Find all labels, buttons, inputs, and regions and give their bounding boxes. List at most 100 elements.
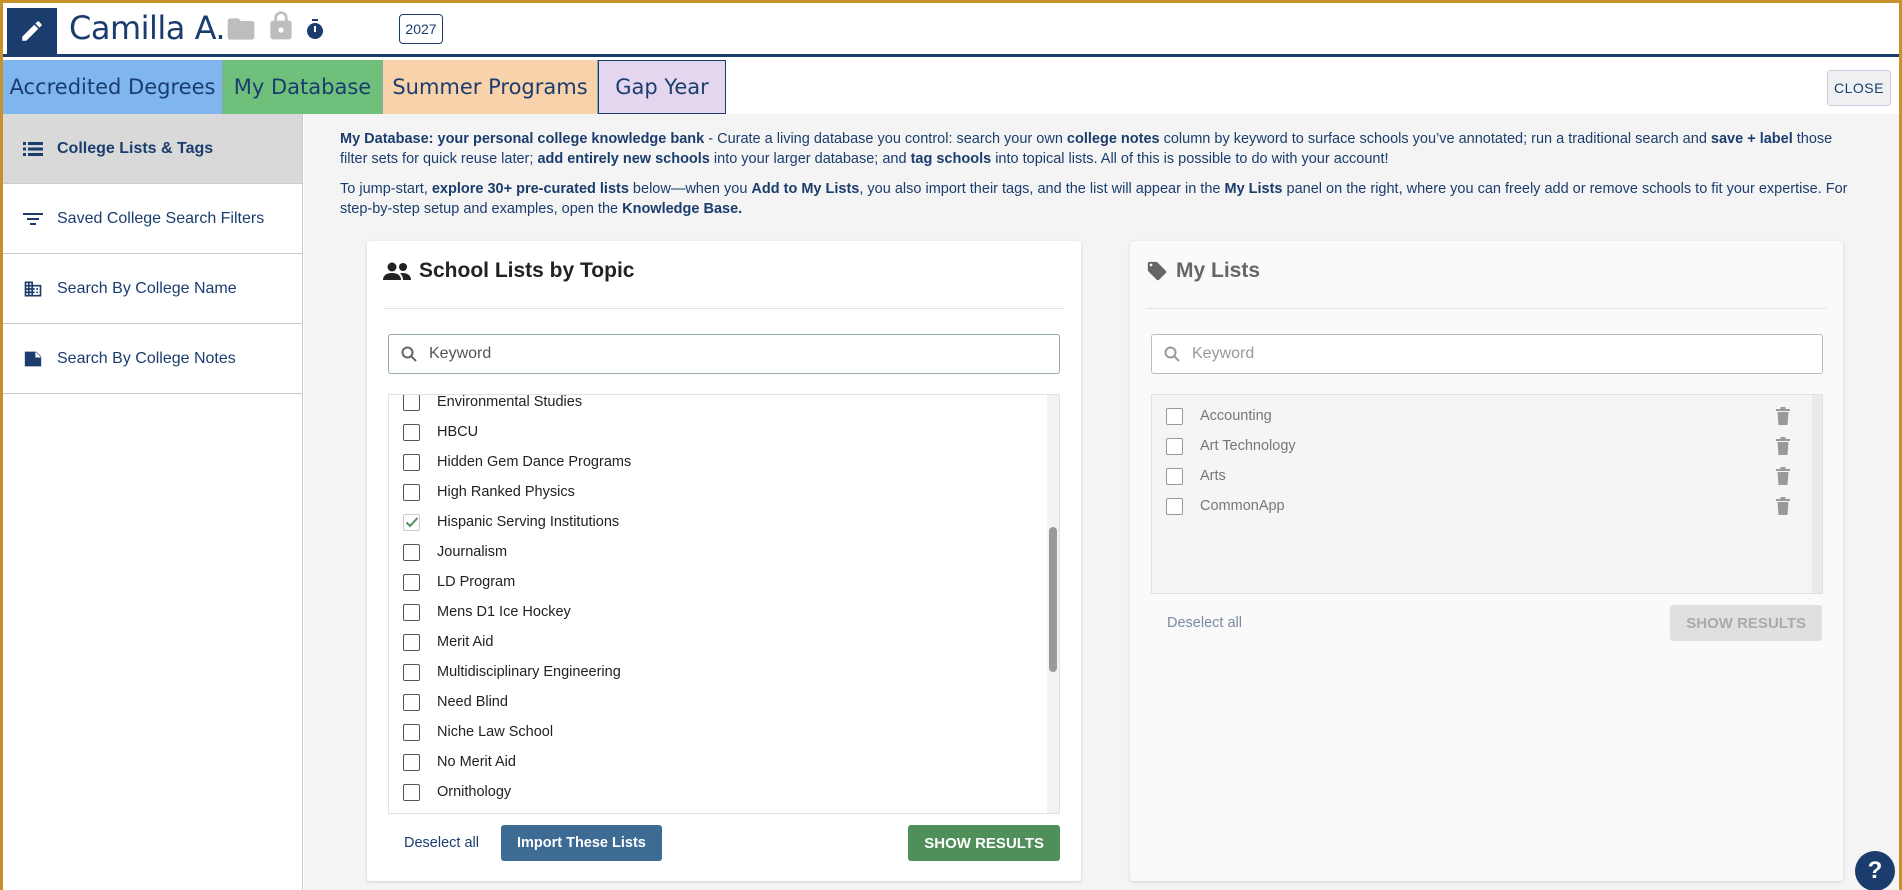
show-results-button[interactable]: SHOW RESULTS <box>1670 605 1822 641</box>
list-item[interactable]: Merit Aid <box>389 627 1049 657</box>
checkbox[interactable] <box>403 513 420 531</box>
intro-bold-text: add entirely new schools <box>537 151 710 167</box>
people-icon <box>383 261 411 281</box>
list-item[interactable]: Niche Law School <box>389 717 1049 747</box>
topic-search-input[interactable] <box>429 345 1029 363</box>
checkbox[interactable] <box>403 423 420 441</box>
tab-bar: Accredited Degrees My Database Summer Pr… <box>3 60 1899 114</box>
tab-gap-year[interactable]: Gap Year <box>598 60 726 114</box>
list-item[interactable]: Hispanic Serving Institutions <box>389 507 1049 537</box>
list-item[interactable]: High Ranked Physics <box>389 477 1049 507</box>
intro-bold-text: tag schools <box>910 151 992 167</box>
close-button[interactable]: CLOSE <box>1827 70 1891 106</box>
class-year-badge[interactable]: 2027 <box>399 14 443 44</box>
list-item[interactable]: HBCU <box>389 417 1049 447</box>
trash-icon[interactable] <box>1776 497 1790 515</box>
import-lists-button[interactable]: Import These Lists <box>500 825 662 861</box>
deselect-all-link[interactable]: Deselect all <box>1167 615 1242 631</box>
edit-button[interactable] <box>7 8 57 54</box>
checkbox[interactable] <box>403 603 420 621</box>
intro-text-span: To jump-start, <box>340 181 432 197</box>
my-lists-search-input[interactable] <box>1192 345 1792 363</box>
checkbox[interactable] <box>403 483 420 501</box>
list-item[interactable]: Hidden Gem Dance Programs <box>389 447 1049 477</box>
checkbox[interactable] <box>403 633 420 651</box>
search-icon <box>401 346 417 362</box>
list-item[interactable]: Accounting <box>1152 401 1812 431</box>
knowledge-base-link[interactable]: Knowledge Base. <box>622 201 742 217</box>
sidebar-item-college-lists-tags[interactable]: College Lists & Tags <box>3 114 302 184</box>
intro-text-span: column by keyword to surface schools you… <box>1159 131 1711 147</box>
checkbox[interactable] <box>403 783 420 801</box>
tab-my-database[interactable]: My Database <box>223 60 383 114</box>
list-item[interactable]: Arts <box>1152 461 1812 491</box>
intro-text-span: into topical lists. All of this is possi… <box>991 151 1389 167</box>
checkbox[interactable] <box>1166 437 1183 455</box>
list-item[interactable]: Need Blind <box>389 687 1049 717</box>
sidebar-item-label: Search By College Notes <box>57 349 236 367</box>
checkbox[interactable] <box>403 663 420 681</box>
sidebar-item-label: Saved College Search Filters <box>57 209 265 227</box>
intro-text-span: , you also import their tags, and the li… <box>859 181 1225 197</box>
sidebar-item-search-college-notes[interactable]: Search By College Notes <box>3 324 302 394</box>
scrollbar-track[interactable] <box>1047 395 1059 813</box>
show-results-button[interactable]: SHOW RESULTS <box>908 825 1060 861</box>
list-item-label: CommonApp <box>1200 498 1285 514</box>
stopwatch-icon[interactable] <box>303 17 327 46</box>
list-item[interactable]: Journalism <box>389 537 1049 567</box>
list-item[interactable]: Mens D1 Ice Hockey <box>389 597 1049 627</box>
list-item[interactable]: Ornithology <box>389 777 1049 807</box>
checkbox[interactable] <box>403 573 420 591</box>
intro-text-span: below—when you <box>628 181 752 197</box>
list-item[interactable]: Environmental Studies <box>389 395 1049 417</box>
checkbox[interactable] <box>1166 467 1183 485</box>
list-item-label: Accounting <box>1200 408 1272 424</box>
trash-icon[interactable] <box>1776 437 1790 455</box>
list-item-label: Need Blind <box>437 694 508 710</box>
folder-icon[interactable] <box>223 13 259 50</box>
checkbox[interactable] <box>403 723 420 741</box>
scrollbar-thumb[interactable] <box>1049 527 1057 672</box>
trash-icon[interactable] <box>1776 467 1790 485</box>
list-item-label: Journalism <box>437 544 508 560</box>
search-icon <box>1164 346 1180 362</box>
topic-search-box <box>388 334 1060 374</box>
checkbox[interactable] <box>1166 407 1183 425</box>
scrollbar-track[interactable] <box>1812 395 1822 593</box>
topic-list-items: Environmental Studies HBCU Hidden Gem Danc… <box>389 395 1049 807</box>
list-item[interactable]: CommonApp <box>1152 491 1812 521</box>
tab-accredited-degrees[interactable]: Accredited Degrees <box>3 60 223 114</box>
tab-summer-programs[interactable]: Summer Programs <box>383 60 598 114</box>
checkbox[interactable] <box>403 543 420 561</box>
checkbox[interactable] <box>403 395 420 411</box>
student-name: Camilla A. <box>69 9 226 47</box>
tag-icon <box>1146 260 1168 282</box>
checkbox[interactable] <box>403 453 420 471</box>
checkbox[interactable] <box>403 693 420 711</box>
checkmark-icon <box>405 517 418 528</box>
list-item[interactable]: Art Technology <box>1152 431 1812 461</box>
list-item[interactable]: No Merit Aid <box>389 747 1049 777</box>
checkbox[interactable] <box>1166 497 1183 515</box>
main-content: My Database: your personal college knowl… <box>304 114 1899 890</box>
topic-panel-footer: Deselect all Import These Lists SHOW RES… <box>388 825 1060 861</box>
sidebar-item-label: Search By College Name <box>57 279 237 297</box>
checkbox[interactable] <box>403 753 420 771</box>
intro-bold-text: Add to My Lists <box>751 181 860 197</box>
list-item-label: Ornithology <box>437 784 512 800</box>
sidebar-item-label: College Lists & Tags <box>57 139 214 157</box>
sidebar-item-saved-filters[interactable]: Saved College Search Filters <box>3 184 302 254</box>
intro-paragraph-2: To jump-start, explore 30+ pre-curated l… <box>340 179 1860 219</box>
topic-list[interactable]: Environmental Studies HBCU Hidden Gem Danc… <box>388 394 1060 814</box>
help-button[interactable]: ? <box>1855 851 1895 890</box>
intro-paragraph-1: My Database: your personal college knowl… <box>340 129 1860 169</box>
list-item-label: HBCU <box>437 424 479 440</box>
lock-icon[interactable] <box>265 9 297 48</box>
trash-icon[interactable] <box>1776 407 1790 425</box>
list-item[interactable]: LD Program <box>389 567 1049 597</box>
divider <box>1146 308 1827 309</box>
deselect-all-link[interactable]: Deselect all <box>404 835 479 851</box>
list-item[interactable]: Multidisciplinary Engineering <box>389 657 1049 687</box>
my-lists-list[interactable]: Accounting Art Technology Arts CommonApp <box>1151 394 1823 594</box>
sidebar-item-search-college-name[interactable]: Search By College Name <box>3 254 302 324</box>
